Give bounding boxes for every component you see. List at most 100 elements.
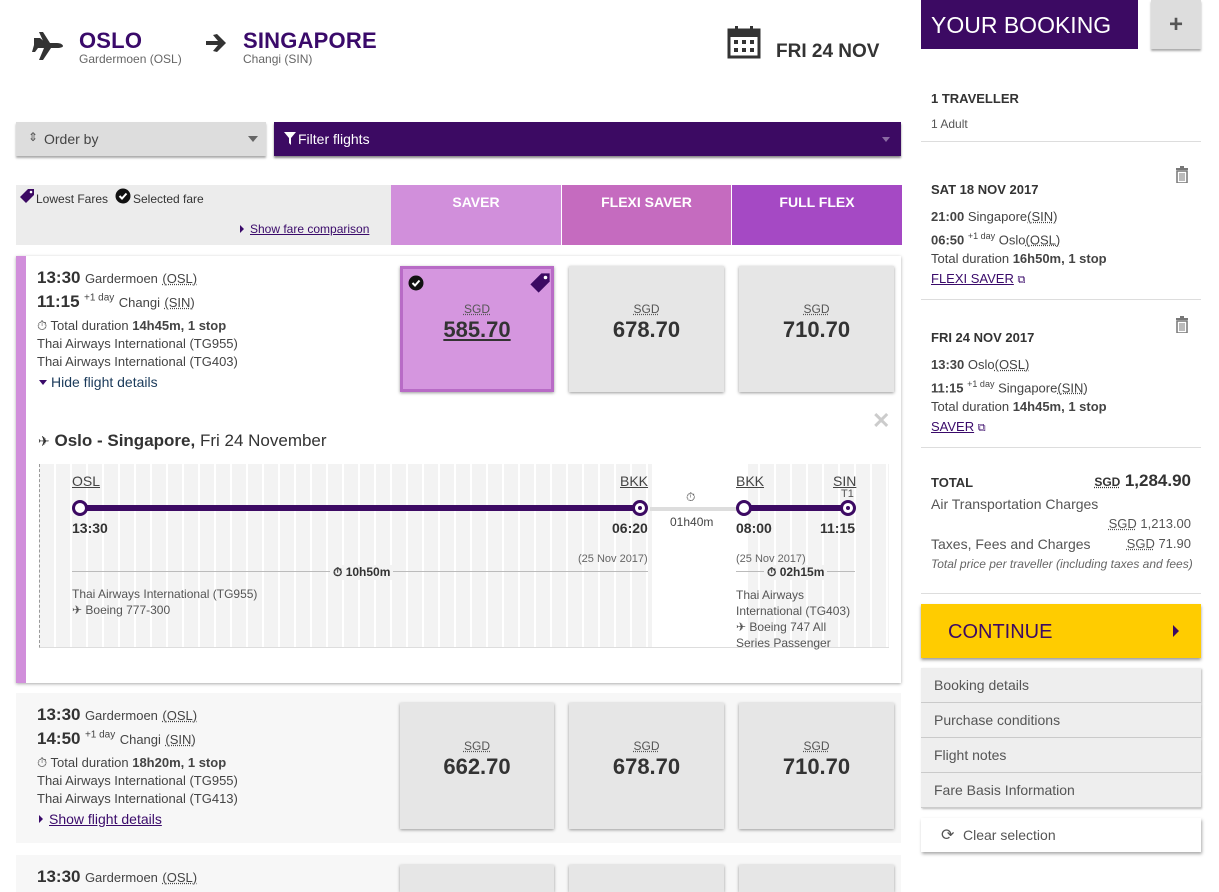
details-date: Fri 24 November	[199, 431, 327, 450]
leg-arr-time: 06:50	[931, 232, 965, 248]
leg-dep-code: (SIN)	[1027, 209, 1058, 224]
price-amount: 662.70	[443, 754, 511, 779]
leg-fare-link[interactable]: FLEXI SAVER ⧉	[931, 271, 1025, 287]
details-title: ✈ Oslo - Singapore, Fri 24 November	[38, 431, 327, 451]
duration-value: 14h45m, 1 stop	[132, 318, 227, 333]
calendar-icon[interactable]	[727, 25, 761, 59]
close-icon[interactable]: ✕	[872, 408, 890, 434]
departure-airport: Gardermoen	[84, 870, 158, 885]
total-label: TOTAL	[931, 475, 974, 490]
fare-tab-flexi-saver[interactable]: FLEXI SAVER	[562, 185, 731, 245]
air-charges-amount: 1,213.00	[1140, 516, 1191, 531]
trash-icon[interactable]	[1175, 316, 1189, 333]
layover-duration: 01h40m	[670, 515, 714, 529]
price-saver[interactable]	[400, 865, 554, 892]
departure-time: 13:30	[37, 705, 81, 724]
caret-down-icon	[39, 380, 47, 385]
filter-flights-dropdown[interactable]: Filter flights	[274, 122, 901, 156]
layover-line	[650, 507, 742, 511]
fare-tab-saver[interactable]: SAVER	[391, 185, 561, 245]
price-full-flex[interactable]	[739, 865, 894, 892]
booking-leg: SAT 18 NOV 2017 21:00 Singapore(SIN) 06:…	[921, 142, 1201, 300]
destination-city: SINGAPORE	[243, 28, 377, 53]
seg2-start-dot	[736, 500, 752, 516]
order-by-dropdown[interactable]: ⇕ Order by	[16, 122, 266, 156]
price-summary: TOTAL SGD 1,284.90 Air Transportation Ch…	[921, 448, 1201, 594]
show-fare-comparison-link[interactable]: Show fare comparison	[250, 222, 369, 236]
seg1-arr-date: (25 Nov 2017)	[578, 553, 648, 565]
seg2-dep-date: (25 Nov 2017)	[736, 553, 806, 565]
seg1-to-code: BKK	[620, 473, 649, 489]
price-flexi-saver[interactable]	[569, 865, 724, 892]
stopwatch-icon: ⏱	[37, 755, 48, 770]
total-amount: 1,284.90	[1124, 471, 1191, 490]
leg-dep-code: (OSL)	[994, 357, 1030, 372]
price-flexi-saver[interactable]: SGD 678.70	[569, 266, 724, 392]
caret-down-icon	[882, 137, 890, 142]
hide-flight-details-link[interactable]: Hide flight details	[37, 374, 377, 390]
price-flexi-saver[interactable]: SGD 678.70	[569, 703, 724, 829]
leg-departure: 21:00 Singapore(SIN)	[931, 209, 1058, 224]
continue-button[interactable]: CONTINUE	[921, 604, 1201, 658]
link-label: Purchase conditions	[934, 712, 1061, 728]
leg-arr-time: 11:15	[931, 380, 964, 396]
filter-icon	[284, 132, 296, 145]
duration-label: Total duration	[50, 318, 129, 333]
leg-arr-place: Oslo	[998, 232, 1026, 248]
show-flight-details-link[interactable]: Show flight details	[37, 811, 377, 827]
price-full-flex[interactable]: SGD 710.70	[739, 703, 894, 829]
trash-icon[interactable]	[1175, 166, 1189, 183]
leg-duration-value: 14h45m, 1 stop	[1012, 399, 1107, 414]
purchase-conditions-link[interactable]: Purchase conditions	[921, 703, 1201, 738]
check-circle-icon	[408, 275, 424, 291]
selected-fare-label: Selected fare	[133, 192, 204, 206]
lowest-fare-tag-icon	[529, 272, 551, 294]
caret-down-icon	[248, 136, 258, 142]
seg1-dep-time: 13:30	[72, 520, 108, 536]
departure-code: (OSL)	[162, 870, 198, 885]
layover-band	[652, 464, 748, 647]
fare-basis-link[interactable]: Fare Basis Information	[921, 773, 1201, 808]
caret-right-icon	[39, 815, 43, 823]
departure-time: 13:30	[37, 867, 81, 886]
seg1-from-code: OSL	[72, 473, 101, 489]
leg-fare-link[interactable]: SAVER ⧉	[931, 419, 986, 435]
leg-fare-label: SAVER	[931, 419, 975, 434]
seg2-aircraft-line1: ✈ Boeing 747 All	[736, 620, 827, 634]
leg-arr-place: Singapore	[998, 380, 1058, 396]
booking-title: YOUR BOOKING	[921, 0, 1138, 49]
price-saver[interactable]: SGD 662.70	[400, 703, 554, 829]
price-currency: SGD	[633, 302, 660, 316]
fare-tab-full-flex[interactable]: FULL FLEX	[732, 185, 902, 245]
seg2-duration: ⏱ 02h15m	[764, 565, 828, 580]
continue-label: CONTINUE	[948, 621, 1053, 643]
traveller-section: 1 TRAVELLER 1 Adult	[921, 50, 1201, 142]
arrival-plus-day: +1 day	[84, 292, 115, 304]
clear-selection-button[interactable]: ⟳ Clear selection	[921, 818, 1201, 852]
price-currency: SGD	[633, 739, 660, 753]
price-amount: 678.70	[612, 317, 681, 342]
carrier-line: Thai Airways International (TG955)	[37, 773, 238, 788]
lowest-fares-label: Lowest Fares	[36, 192, 109, 206]
price-amount: 710.70	[782, 317, 851, 342]
link-label: Booking details	[934, 677, 1029, 693]
leg-duration: Total duration 16h50m, 1 stop	[931, 251, 1107, 266]
toggle-label: Show flight details	[49, 811, 162, 827]
tax-amount: 71.90	[1158, 536, 1191, 551]
flight-notes-link[interactable]: Flight notes	[921, 738, 1201, 773]
booking-details-link[interactable]: Booking details	[921, 668, 1201, 703]
link-label: Fare Basis Information	[934, 782, 1075, 798]
seg2-aircraft-value: Boeing 747 All	[749, 620, 827, 634]
price-currency: SGD	[803, 739, 830, 753]
leg-fare-label: FLEXI SAVER	[931, 271, 1014, 286]
tag-icon	[19, 188, 35, 204]
caret-right-icon	[240, 225, 244, 233]
price-full-flex[interactable]: SGD 710.70	[739, 266, 894, 392]
arrival-time: 14:50	[37, 729, 81, 748]
seg1-end-dot	[632, 500, 648, 516]
add-button[interactable]: +	[1151, 0, 1201, 49]
air-charges-value: SGD 1,213.00	[1109, 516, 1191, 531]
price-saver-selected[interactable]: SGD 585.70	[400, 266, 554, 392]
leg-dep-time: 21:00	[931, 209, 965, 224]
seg1-aircraft-value: Boeing 777-300	[85, 603, 171, 617]
